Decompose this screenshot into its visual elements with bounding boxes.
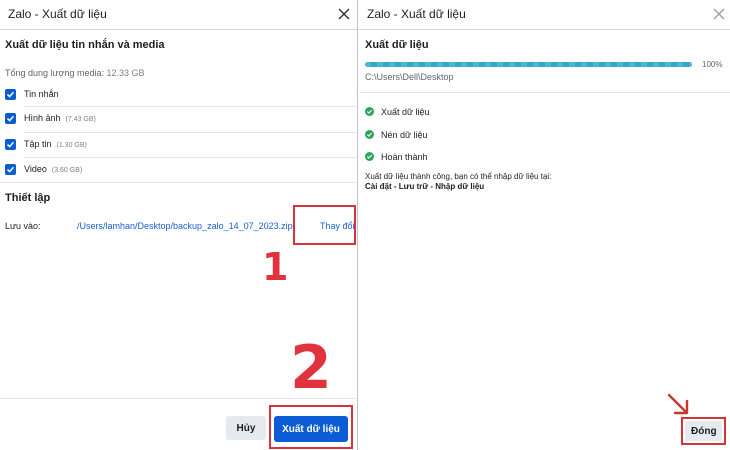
save-path: /Users/lamhan/Desktop/backup_zalo_14_07_… xyxy=(77,221,293,231)
close-icon[interactable] xyxy=(335,5,353,23)
check-circle-icon xyxy=(365,152,374,161)
divider xyxy=(359,92,730,93)
checkbox-checked-icon[interactable] xyxy=(5,139,16,150)
checkbox-label: Tập tin xyxy=(24,139,52,149)
progress-bar-fill xyxy=(365,62,692,67)
progress-percent: 100% xyxy=(702,60,723,69)
divider xyxy=(24,132,357,133)
close-icon[interactable] xyxy=(710,5,728,23)
checkbox-label: Tin nhắn xyxy=(24,89,59,99)
annotation-arrow-icon xyxy=(667,393,689,415)
item-size: (3.60 GB) xyxy=(51,167,83,174)
destination-path: C:\Users\Dell\Desktop xyxy=(365,72,454,82)
check-circle-icon xyxy=(365,107,374,116)
total-media-row: Tổng dung lượng media: 12.33 GB xyxy=(5,68,145,78)
success-message: Xuất dữ liệu thành công, bạn có thể nhập… xyxy=(365,172,552,181)
checkbox-checked-icon[interactable] xyxy=(5,164,16,175)
settings-section-title: Thiết lập xyxy=(5,192,51,204)
progress-section-title: Xuất dữ liệu xyxy=(365,39,429,51)
progress-bar xyxy=(365,62,692,67)
annotation-frame-change xyxy=(293,205,356,245)
cancel-button[interactable]: Hủy xyxy=(226,416,266,440)
dialog-titlebar: Zalo - Xuất dữ liệu xyxy=(359,0,730,30)
export-progress-dialog: Zalo - Xuất dữ liệu Xuất dữ liệu 100% C:… xyxy=(359,0,730,450)
annotation-frame-export xyxy=(269,405,353,449)
step-compress-label: Nén dữ liệu xyxy=(381,130,428,140)
divider xyxy=(24,157,357,158)
checkbox-checked-icon[interactable] xyxy=(5,89,16,100)
dialog-titlebar: Zalo - Xuất dữ liệu xyxy=(0,0,357,30)
close-button[interactable]: Đóng xyxy=(685,421,722,441)
total-media-size: 12.33 GB xyxy=(106,68,145,78)
checkbox-label: Hình ảnh xyxy=(24,113,61,123)
annotation-step-1: 1 xyxy=(262,245,289,289)
divider xyxy=(24,106,357,107)
step-complete-label: Hoàn thành xyxy=(381,152,428,162)
checkbox-checked-icon[interactable] xyxy=(5,113,16,124)
dialog-title: Zalo - Xuất dữ liệu xyxy=(8,7,107,21)
success-path: Cài đặt - Lưu trữ - Nhập dữ liệu xyxy=(365,182,485,191)
annotation-step-2: 2 xyxy=(290,333,332,403)
export-settings-dialog: Zalo - Xuất dữ liệu Xuất dữ liệu tin nhắ… xyxy=(0,0,358,450)
save-to-label: Lưu vào: xyxy=(5,221,41,231)
item-size: (1.30 GB) xyxy=(56,142,87,149)
divider xyxy=(0,182,357,183)
export-section-title: Xuất dữ liệu tin nhắn và media xyxy=(5,39,165,51)
footer-divider xyxy=(0,398,357,399)
checkbox-label: Video xyxy=(24,164,47,174)
total-media-label: Tổng dung lượng media: xyxy=(5,68,104,78)
dialog-title: Zalo - Xuất dữ liệu xyxy=(367,7,466,21)
item-size: (7.43 GB) xyxy=(65,116,96,123)
check-circle-icon xyxy=(365,130,374,139)
step-export-label: Xuất dữ liệu xyxy=(381,107,430,117)
